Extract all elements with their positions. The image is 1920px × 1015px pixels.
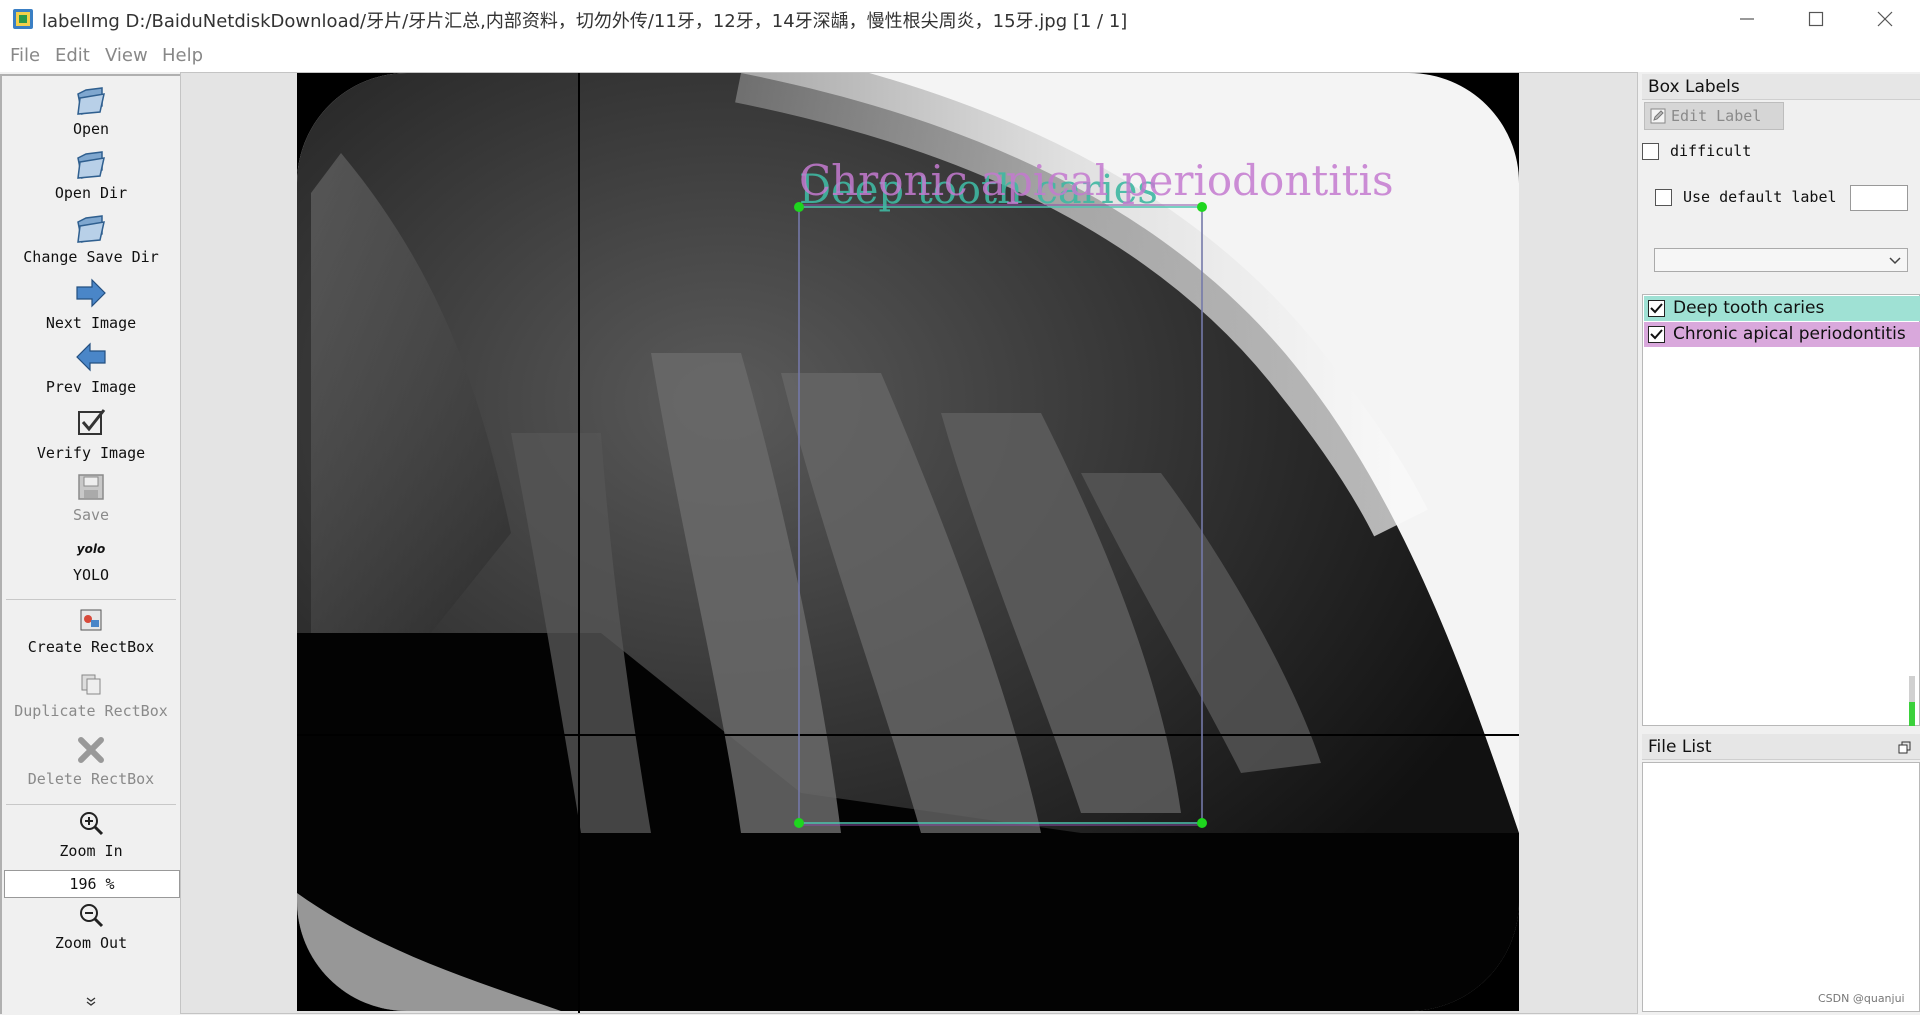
undock-icon[interactable]	[1898, 741, 1911, 754]
box-labels-title: Box Labels	[1642, 74, 1920, 100]
zoom-in-label: Zoom In	[59, 842, 123, 860]
folder-icon	[77, 151, 105, 180]
menu-file[interactable]: File	[10, 45, 40, 66]
open-dir-label: Open Dir	[54, 184, 128, 202]
chevron-down-icon	[1889, 257, 1901, 265]
difficult-label: difficult	[1670, 142, 1752, 160]
yolo-icon: yolo	[76, 542, 106, 556]
duplicate-rectbox-label: Duplicate RectBox	[14, 702, 168, 720]
difficult-checkbox[interactable]	[1642, 143, 1659, 160]
use-default-label-checkbox[interactable]	[1655, 189, 1672, 206]
save-icon	[78, 474, 104, 500]
edit-label-button[interactable]: Edit Label	[1644, 102, 1784, 130]
label-checkbox[interactable]	[1648, 326, 1665, 343]
close-button[interactable]	[1850, 0, 1920, 38]
delete-icon	[78, 737, 104, 763]
label-item-text: Deep tooth caries	[1673, 298, 1825, 318]
left-toolbar: Open Open Dir Change Save Dir Next Image…	[0, 74, 181, 1014]
toolbar-separator	[6, 804, 176, 805]
bbox-corner-handle[interactable]	[794, 818, 804, 828]
change-save-dir-label: Change Save Dir	[23, 248, 159, 266]
verify-image-label: Verify Image	[36, 444, 146, 462]
overlay-label-chronic-apical-periodontitis: Chronic apical periodontitis	[799, 156, 1394, 205]
format-label: YOLO	[72, 566, 110, 584]
edit-label-text: Edit Label	[1671, 107, 1762, 125]
toolbar-separator	[6, 599, 176, 600]
minimize-button[interactable]	[1712, 0, 1782, 38]
menu-edit[interactable]: Edit	[55, 45, 90, 66]
label-checkbox[interactable]	[1648, 300, 1665, 317]
prev-image-label: Prev Image	[45, 378, 137, 396]
close-icon	[1877, 11, 1893, 27]
zoom-value-field[interactable]: 196 %	[4, 870, 180, 898]
checkmark-icon	[1650, 329, 1663, 340]
scrollbar-thumb[interactable]	[1909, 702, 1915, 726]
label-dropdown[interactable]	[1654, 248, 1908, 272]
duplicate-icon	[81, 674, 101, 695]
arrow-right-icon	[76, 278, 106, 308]
label-list-item[interactable]: Deep tooth caries	[1644, 296, 1920, 321]
minimize-icon	[1740, 18, 1754, 20]
bbox-corner-handle[interactable]	[1197, 818, 1207, 828]
delete-rectbox-label: Delete RectBox	[27, 770, 155, 788]
maximize-button[interactable]	[1781, 0, 1851, 38]
next-image-label: Next Image	[45, 314, 137, 332]
zoom-out-icon	[80, 904, 104, 928]
chevron-down-icon[interactable]	[85, 996, 97, 1008]
default-label-input[interactable]	[1850, 185, 1908, 211]
file-list-title: File List	[1642, 734, 1920, 760]
checkmark-icon	[1650, 303, 1663, 314]
label-item-text: Chronic apical periodontitis	[1673, 324, 1906, 344]
xray-image[interactable]: Deep tooth caries Chronic apical periodo…	[181, 73, 1637, 1013]
arrow-left-icon	[76, 342, 106, 372]
title-bar: labelImg D:/BaiduNetdiskDownload/牙片/牙片汇总…	[0, 0, 1920, 38]
menu-help[interactable]: Help	[162, 45, 203, 66]
app-icon	[13, 9, 33, 29]
menu-view[interactable]: View	[105, 45, 148, 66]
open-label: Open	[72, 120, 110, 138]
zoom-out-label: Zoom Out	[54, 934, 128, 952]
window-title: labelImg D:/BaiduNetdiskDownload/牙片/牙片汇总…	[42, 11, 1128, 32]
watermark: CSDN @quanjui	[1818, 992, 1905, 1005]
file-list-panel[interactable]	[1642, 762, 1920, 1012]
maximize-icon	[1808, 11, 1824, 27]
save-label: Save	[72, 506, 110, 524]
zoom-in-icon	[80, 812, 104, 836]
label-list	[1642, 294, 1920, 726]
label-list-scrollbar[interactable]	[1909, 676, 1915, 726]
folder-open-icon	[77, 87, 105, 116]
create-rectbox-label: Create RectBox	[27, 638, 155, 656]
checkbox-verify-icon	[78, 409, 106, 435]
folder-save-icon	[77, 215, 105, 244]
image-canvas[interactable]: Deep tooth caries Chronic apical periodo…	[180, 72, 1638, 1014]
use-default-label-text: Use default label	[1683, 188, 1837, 206]
label-list-item[interactable]: Chronic apical periodontitis	[1644, 322, 1920, 347]
create-rect-icon	[80, 609, 102, 631]
edit-pencil-icon	[1650, 108, 1666, 124]
menu-bar: File Edit View Help	[0, 38, 1920, 72]
